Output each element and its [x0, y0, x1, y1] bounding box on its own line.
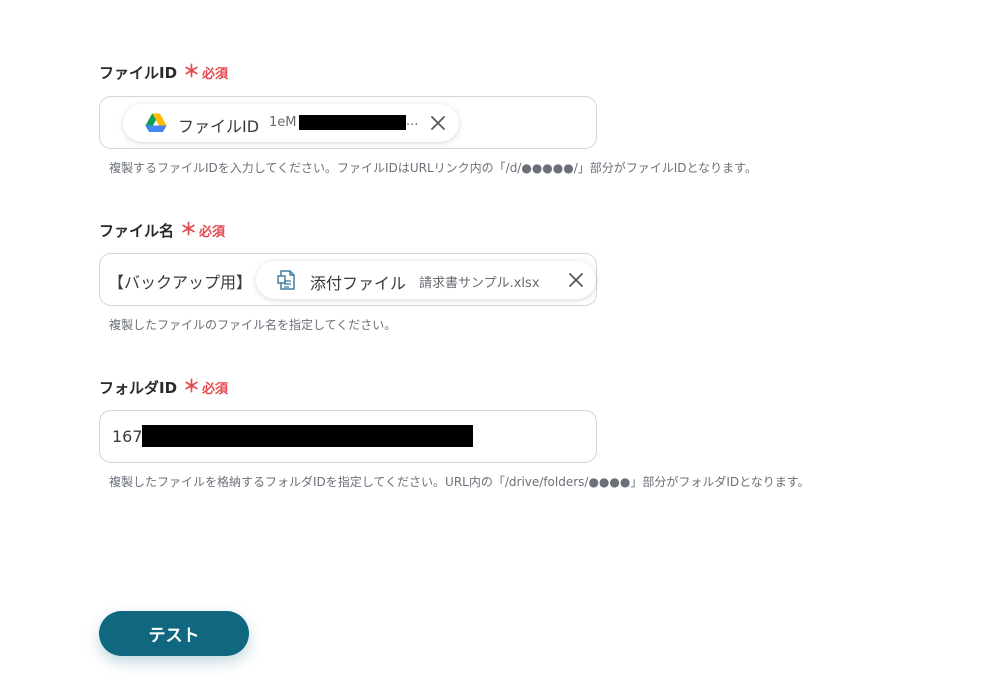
attachment-file-icon [276, 269, 298, 291]
field-file-id: ファイルID ＊ 必須 ファイルID 1eM ... 複製するファイルIDを入力… [99, 62, 919, 175]
file-name-label-row: ファイル名 ＊ 必須 [99, 220, 919, 240]
file-name-input[interactable]: 【バックアップ用】 添付ファイル 請求書サンプル.xlsx [99, 253, 597, 306]
close-icon[interactable] [430, 115, 446, 131]
required-badge: 必須 [202, 381, 229, 397]
required-star-icon: ＊ [183, 61, 201, 82]
required-star-icon: ＊ [180, 219, 198, 240]
file-name-chip-value: 請求書サンプル.xlsx [419, 276, 540, 291]
folder-id-label-row: フォルダID ＊ 必須 [99, 377, 919, 397]
required-badge: 必須 [199, 224, 226, 240]
field-file-name: ファイル名 ＊ 必須 【バックアップ用】 添付ファイル 請求書サンプル.xlsx… [99, 220, 919, 332]
folder-id-value: 167 [112, 427, 143, 446]
folder-id-label: フォルダID [99, 378, 178, 397]
file-id-label: ファイルID [99, 63, 178, 82]
close-icon[interactable] [568, 272, 584, 288]
file-id-chip-name: ファイルID [178, 117, 260, 136]
file-name-label: ファイル名 [99, 221, 175, 240]
required-badge: 必須 [202, 66, 229, 82]
file-id-label-row: ファイルID ＊ 必須 [99, 62, 919, 82]
folder-id-helper: 複製したファイルを格納するフォルダIDを指定してください。URL内の「/driv… [109, 475, 810, 489]
test-button[interactable]: テスト [99, 611, 249, 656]
folder-id-input[interactable]: 167 [99, 410, 597, 463]
file-id-chip[interactable]: ファイルID 1eM ... [123, 104, 459, 142]
file-id-chip-ellipsis: ... [406, 114, 419, 129]
file-name-prefix: 【バックアップ用】 [108, 273, 253, 292]
file-name-helper: 複製したファイルのファイル名を指定してください。 [109, 318, 397, 332]
file-name-chip[interactable]: 添付ファイル 請求書サンプル.xlsx [256, 261, 596, 299]
file-id-helper: 複製するファイルIDを入力してください。ファイルIDはURLリンク内の「/d/●… [109, 161, 757, 175]
google-drive-icon [145, 113, 167, 133]
required-star-icon: ＊ [183, 376, 201, 397]
redacted-value [142, 425, 473, 447]
file-id-chip-value: 1eM [269, 115, 297, 130]
file-name-chip-name: 添付ファイル [310, 274, 407, 293]
file-id-input[interactable]: ファイルID 1eM ... [99, 96, 597, 149]
redacted-value [299, 115, 406, 130]
field-folder-id: フォルダID ＊ 必須 167 複製したファイルを格納するフォルダIDを指定して… [99, 377, 919, 489]
